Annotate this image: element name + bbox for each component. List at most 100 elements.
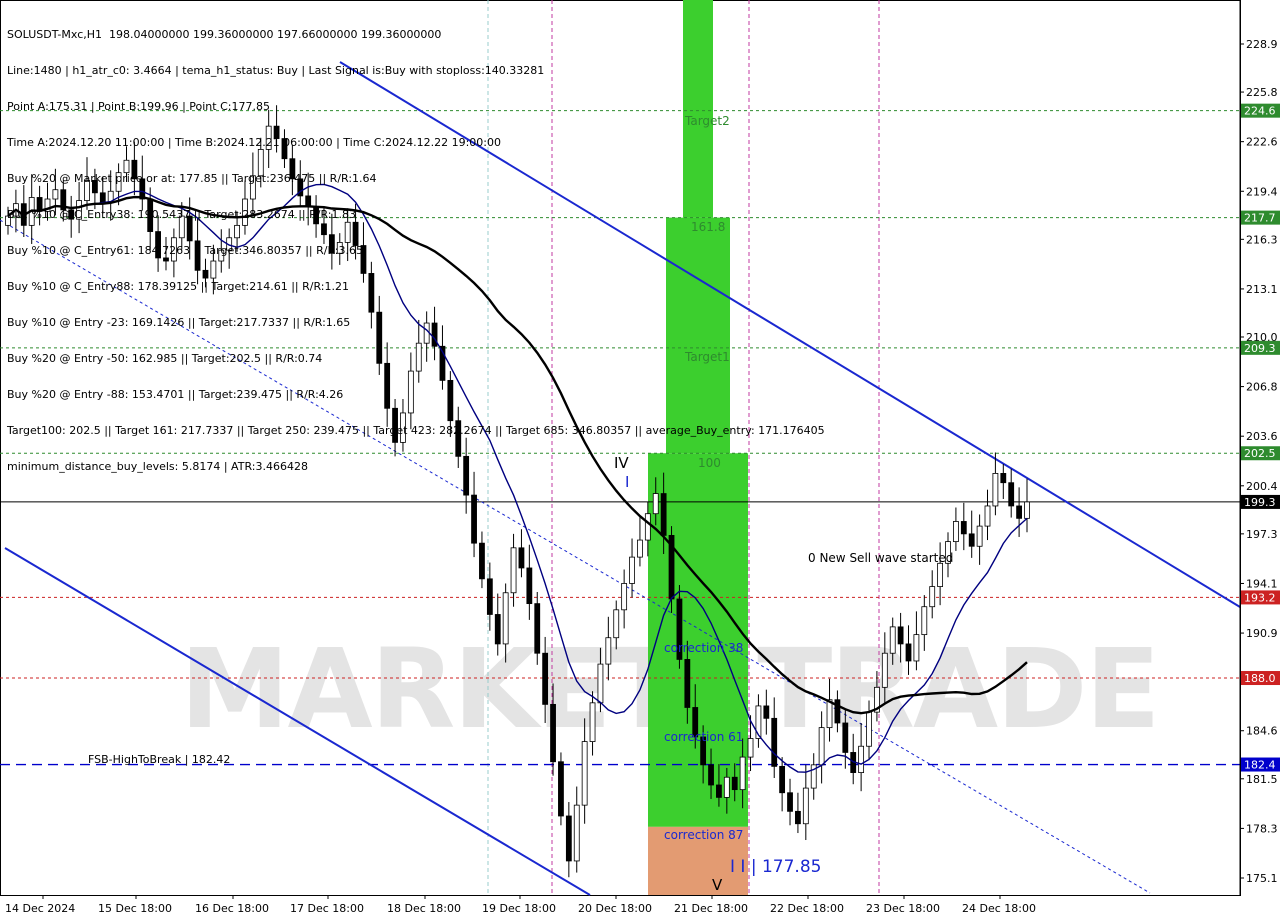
info-line: Buy %20 @ Market price or at: 177.85 || … <box>7 172 377 185</box>
info-line: Buy %10 @ C_Entry38: 190.5437 || Target:… <box>7 208 356 221</box>
wave-v-label: V <box>712 876 723 894</box>
new-sell-wave-label: 0 New Sell wave started <box>808 551 953 565</box>
price-tick-label: 181.5 <box>1246 773 1278 786</box>
price-level-badge-label: 202.5 <box>1244 447 1276 460</box>
price-tick-label: 222.6 <box>1246 136 1278 149</box>
candle-body <box>842 722 849 753</box>
info-line: Time A:2024.12.20 11:00:00 | Time B:2024… <box>7 136 501 149</box>
candle-body <box>771 717 778 767</box>
candle-body <box>929 586 936 608</box>
candle-body <box>605 637 612 665</box>
candle-body <box>1000 473 1007 484</box>
candle-body <box>747 738 754 758</box>
price-tick-label: 206.8 <box>1246 381 1278 394</box>
candle-body <box>518 547 525 569</box>
candle-body <box>795 810 801 825</box>
candle-body <box>1016 505 1023 519</box>
candle-body <box>613 609 620 639</box>
info-line: Buy %20 @ Entry -88: 153.4701 || Target:… <box>7 388 344 401</box>
candle-body <box>597 663 604 704</box>
candle-body <box>684 659 691 708</box>
price-tick-label: 178.3 <box>1246 822 1278 835</box>
candle-body <box>826 699 833 729</box>
info-line: Point A:175.31 | Point B:199.96 | Point … <box>7 100 270 113</box>
candle-body <box>716 784 722 798</box>
candle-body <box>905 643 912 662</box>
candle-body <box>621 583 628 611</box>
price-tick-label: 194.1 <box>1246 577 1278 590</box>
candle-body <box>581 741 588 806</box>
time-tick-label: 20 Dec 18:00 <box>578 902 652 915</box>
candle-body <box>976 525 983 547</box>
time-tick-label: 16 Dec 18:00 <box>195 902 269 915</box>
price-level-badge-label: 224.6 <box>1244 105 1276 118</box>
candle-body <box>502 592 509 645</box>
candle-body <box>510 547 517 594</box>
candle-body <box>897 626 904 645</box>
time-axis: 14 Dec 2024 15 Dec 18:00 16 Dec 18:00 17 De… <box>5 895 1036 915</box>
price-tick-label: 228.9 <box>1246 38 1278 51</box>
info-line: Buy %20 @ Entry -50: 162.985 || Target:2… <box>7 352 323 365</box>
candle-body <box>629 556 635 584</box>
time-tick-label: 24 Dec 18:00 <box>962 902 1036 915</box>
candle-body <box>637 539 643 558</box>
price-tick-label: 197.3 <box>1246 528 1278 541</box>
candle-body <box>708 764 714 786</box>
price-level-badge-label: 217.7 <box>1244 212 1276 225</box>
chart-info-panel: SOLUSDT-Mxc,H1 198.04000000 199.36000000… <box>7 5 825 485</box>
candle-body <box>731 776 738 791</box>
candle-body <box>723 776 730 798</box>
info-line: Buy %10 @ Entry -23: 169.1426 || Target:… <box>7 316 351 329</box>
time-tick-label: 18 Dec 18:00 <box>387 902 461 915</box>
price-tick-label: 225.8 <box>1246 86 1278 99</box>
price-tick-label: 175.1 <box>1246 872 1278 885</box>
info-line: minimum_distance_buy_levels: 5.8174 | AT… <box>7 460 308 473</box>
candle-body <box>565 815 572 862</box>
fsb-label: FSB-HighToBreak | 182.42 <box>88 753 230 766</box>
price-axis: 228.9225.8222.6219.4216.3213.1210.0206.8… <box>1239 0 1280 895</box>
wave-ii-label: I I | 177.85 <box>730 857 821 877</box>
time-tick-label: 22 Dec 18:00 <box>770 902 844 915</box>
price-level-badge-label: 182.4 <box>1244 759 1276 772</box>
candle-body <box>652 493 659 515</box>
candle-body <box>968 533 975 547</box>
candle-body <box>542 652 549 705</box>
candle-body <box>818 727 825 766</box>
zone-label: correction 38 <box>664 641 743 655</box>
candle-body <box>550 703 556 763</box>
candle-body <box>787 792 793 812</box>
candle-body <box>526 567 533 605</box>
candle-body <box>1024 501 1030 519</box>
price-tick-label: 190.9 <box>1246 627 1278 640</box>
price-tick-label: 216.3 <box>1246 233 1278 246</box>
candle-body <box>937 562 944 587</box>
price-level-badge-label: 199.3 <box>1244 496 1276 509</box>
candle-body <box>992 473 999 507</box>
time-tick-label: 14 Dec 2024 <box>5 902 75 915</box>
candle-body <box>1008 482 1015 507</box>
zone-label: correction 87 <box>664 828 743 842</box>
candle-body <box>834 699 841 724</box>
candle-body <box>534 603 541 654</box>
time-tick-label: 21 Dec 18:00 <box>674 902 748 915</box>
candle-body <box>763 705 770 719</box>
candle-body <box>644 513 651 541</box>
zone-label: correction 61 <box>664 730 743 744</box>
candle-body <box>802 787 809 825</box>
price-tick-label: 219.4 <box>1246 185 1278 198</box>
price-tick-label: 213.1 <box>1246 283 1278 296</box>
candle-body <box>479 542 485 580</box>
info-line: SOLUSDT-Mxc,H1 198.04000000 199.36000000… <box>7 28 442 41</box>
candle-body <box>858 745 865 773</box>
price-level-badge-label: 193.2 <box>1244 591 1276 604</box>
time-tick-label: 19 Dec 18:00 <box>482 902 556 915</box>
time-tick-label: 23 Dec 18:00 <box>866 902 940 915</box>
info-line: Line:1480 | h1_atr_c0: 3.4664 | tema_h1_… <box>7 64 545 77</box>
candle-body <box>881 652 888 688</box>
candle-body <box>889 626 896 654</box>
candle-body <box>984 505 991 527</box>
candle-body <box>921 606 928 636</box>
info-line: Target100: 202.5 || Target 161: 217.7337… <box>7 424 825 437</box>
candle-body <box>573 804 580 862</box>
candle-body <box>866 711 872 747</box>
